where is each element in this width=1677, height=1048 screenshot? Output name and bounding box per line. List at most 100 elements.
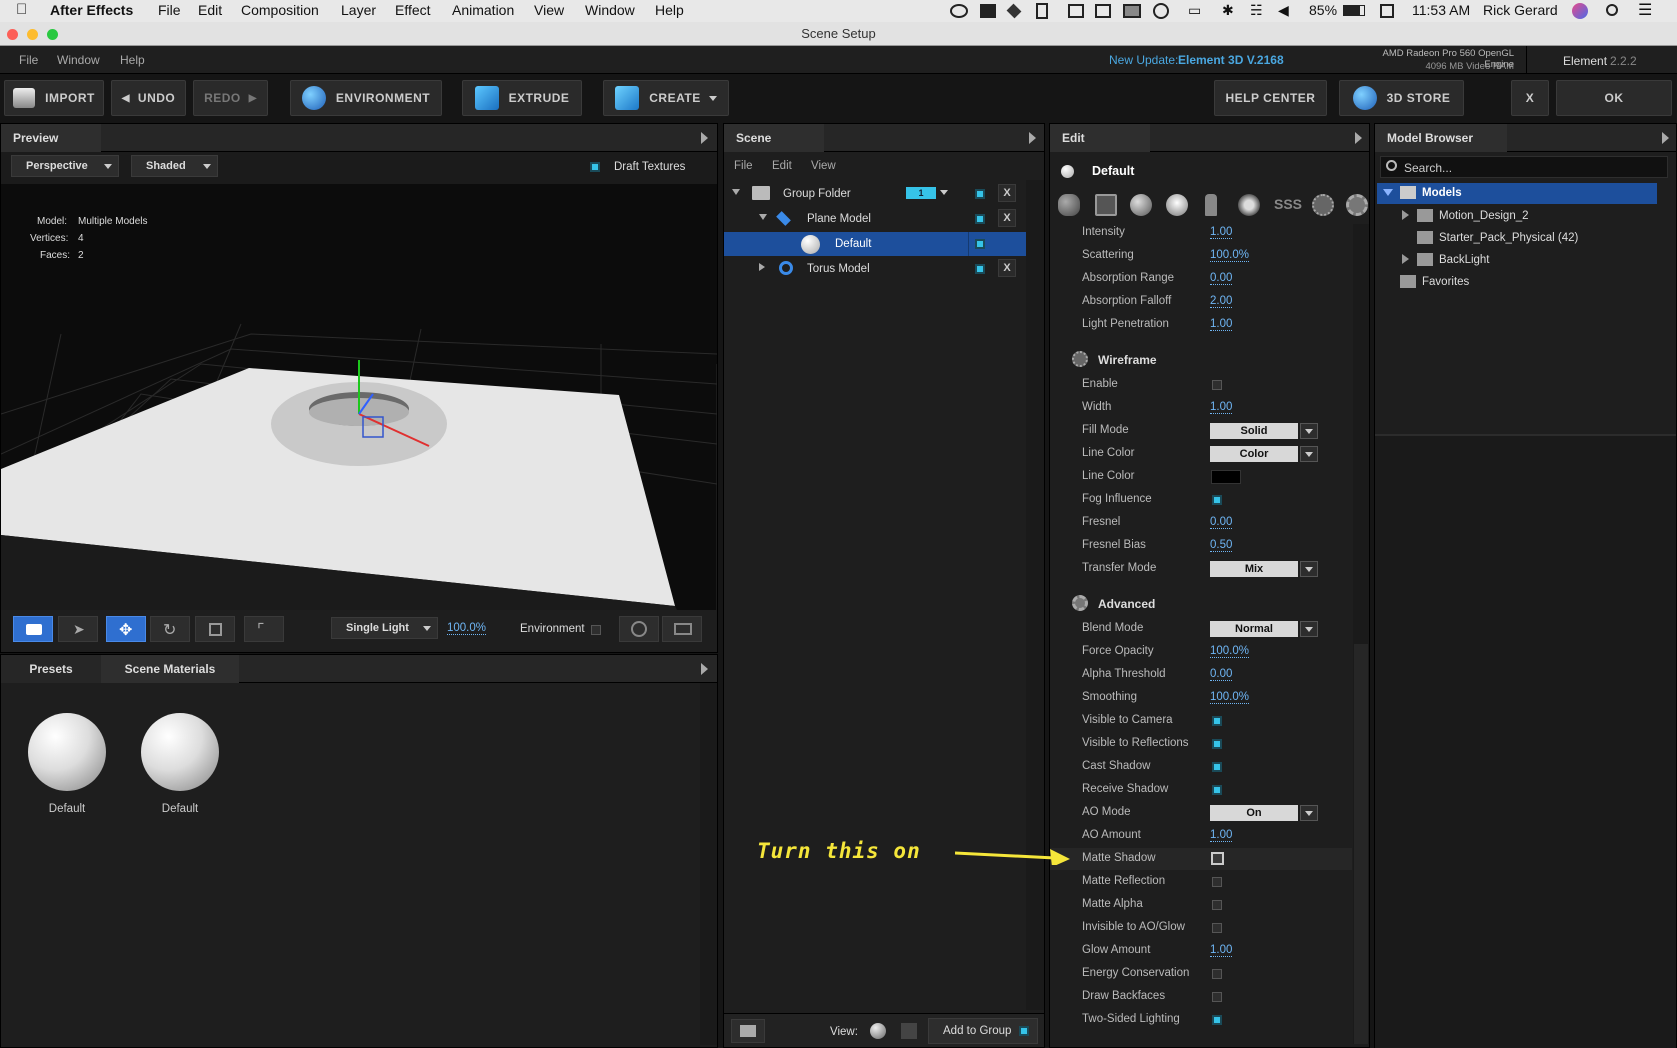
move-tool-button[interactable]: ✥ [106,616,146,642]
memory-icon[interactable] [1036,3,1048,19]
collapse-icon[interactable] [1402,254,1409,264]
volume-icon[interactable]: ◀ [1278,2,1289,19]
panel-arrow-icon[interactable] [1029,132,1036,144]
add-to-group-checkbox[interactable] [1019,1026,1029,1036]
scale-tool-button[interactable] [195,616,235,642]
chevron-down-icon[interactable] [940,190,948,195]
remove-button[interactable]: X [998,259,1016,277]
scene-scrollbar[interactable] [1026,180,1044,1010]
shading-dropdown[interactable]: Shaded [131,155,218,177]
visibility-checkbox[interactable] [975,214,985,224]
draft-textures-checkbox[interactable] [590,162,600,172]
cancel-button[interactable]: X [1511,80,1549,116]
new-folder-button[interactable] [731,1019,765,1043]
calendar-icon[interactable] [1380,4,1394,18]
scene-row-default-material[interactable]: Default [724,232,1026,256]
screen-button[interactable] [662,616,702,642]
wireframe-icon[interactable] [1312,194,1334,216]
bulb-icon[interactable] [1238,194,1260,216]
help-center-button[interactable]: HELP CENTER [1214,80,1327,116]
mac-menu-layer[interactable]: Layer [341,2,376,18]
light-amount-value[interactable]: 100.0% [447,622,487,635]
screen-icon[interactable] [1068,4,1084,18]
target-button[interactable] [619,616,659,642]
glow-amount-value[interactable]: 1.00 [1210,944,1233,957]
matte-shadow-checkbox[interactable] [1211,852,1224,865]
mac-menu-effect[interactable]: Effect [395,2,431,18]
absorption-range-value[interactable]: 0.00 [1210,272,1233,285]
cpu-icon[interactable] [1095,4,1111,18]
browser-row-models[interactable]: Models [1377,183,1657,204]
illumination-icon[interactable] [1205,194,1217,216]
display-icon[interactable] [1123,4,1141,18]
absorption-falloff-value[interactable]: 2.00 [1210,295,1233,308]
energy-conservation-checkbox[interactable] [1212,969,1222,979]
mac-menu-view[interactable]: View [534,2,564,18]
browser-row-motion-design[interactable]: Motion_Design_2 [1377,205,1657,226]
expand-icon[interactable] [732,189,740,195]
matte-alpha-checkbox[interactable] [1212,900,1222,910]
cast-shadow-checkbox[interactable] [1212,762,1222,772]
browser-search-input[interactable]: Search... [1380,156,1668,178]
3d-store-button[interactable]: 3D STORE [1339,80,1464,116]
browser-row-starter-pack[interactable]: Starter_Pack_Physical (42) [1377,227,1657,248]
remove-button[interactable]: X [998,209,1016,227]
mac-menu-file[interactable]: File [158,2,181,18]
rotate-tool-button[interactable]: ↻ [150,616,190,642]
wireframe-width-value[interactable]: 1.00 [1210,401,1233,414]
matte-reflection-checkbox[interactable] [1212,877,1222,887]
scene-row-group-folder[interactable]: Group Folder 1 X [724,182,1026,206]
cc-icon[interactable] [950,4,968,18]
draw-backfaces-checkbox[interactable] [1212,992,1222,1002]
group-number-badge[interactable]: 1 [906,187,936,199]
material-sphere-default-2[interactable] [141,713,219,791]
ao-amount-value[interactable]: 1.00 [1210,829,1233,842]
scene-menu-edit[interactable]: Edit [772,160,792,172]
mac-menu-animation[interactable]: Animation [452,2,514,18]
sphere-view-icon[interactable] [870,1023,886,1039]
smoothing-value[interactable]: 100.0% [1210,691,1250,704]
tab-model-browser[interactable]: Model Browser [1375,124,1507,152]
panel-arrow-icon[interactable] [701,663,708,675]
tab-scene[interactable]: Scene [724,124,824,152]
camera-tool-button[interactable] [13,616,53,642]
texture-icon[interactable] [1095,194,1117,216]
tab-edit[interactable]: Edit [1050,124,1150,152]
materials-scrollbar[interactable] [700,683,717,1045]
environment-button[interactable]: ENVIRONMENT [290,80,442,116]
redo-button[interactable]: REDO ▶ [193,80,268,116]
scene-menu-file[interactable]: File [734,160,753,172]
fresnel-bias-value[interactable]: 0.50 [1210,539,1233,552]
user-name[interactable]: Rick Gerard [1483,2,1558,18]
visibility-checkbox[interactable] [975,189,985,199]
material-sphere-default-1[interactable] [28,713,106,791]
extrude-button[interactable]: EXTRUDE [462,80,582,116]
axis-tool-button[interactable]: ⌜ [244,616,284,642]
update-link[interactable]: Element 3D V.2168 [1178,53,1284,67]
clock[interactable]: 11:53 AM [1412,2,1470,18]
scene-row-plane-model[interactable]: Plane Model X [724,207,1026,231]
panel-arrow-icon[interactable] [1355,132,1362,144]
menu-help[interactable]: Help [120,53,145,67]
invisible-ao-checkbox[interactable] [1212,923,1222,933]
siri-icon[interactable] [1572,3,1588,19]
expand-icon[interactable] [1383,189,1393,196]
fresnel-value[interactable]: 0.00 [1210,516,1233,529]
advanced-gear-icon[interactable] [1346,194,1368,216]
environment-checkbox[interactable] [591,625,601,635]
dropbox-icon[interactable] [1006,3,1022,19]
transfer-mode-dropdown[interactable]: Mix [1210,561,1318,577]
apple-icon[interactable]:  [16,1,27,18]
menu-window[interactable]: Window [57,53,100,67]
scattering-value[interactable]: 100.0% [1210,249,1250,262]
visible-to-camera-checkbox[interactable] [1212,716,1222,726]
line-color-mode-dropdown[interactable]: Color [1210,446,1318,462]
time-machine-icon[interactable] [1153,3,1169,19]
panel-arrow-icon[interactable] [701,132,708,144]
create-button[interactable]: CREATE [603,80,729,116]
menu-file[interactable]: File [19,53,38,67]
browser-row-favorites[interactable]: Favorites [1377,271,1657,292]
two-sided-lighting-checkbox[interactable] [1212,1015,1222,1025]
light-penetration-value[interactable]: 1.00 [1210,318,1233,331]
airplay-icon[interactable]: ▭ [1188,2,1201,19]
